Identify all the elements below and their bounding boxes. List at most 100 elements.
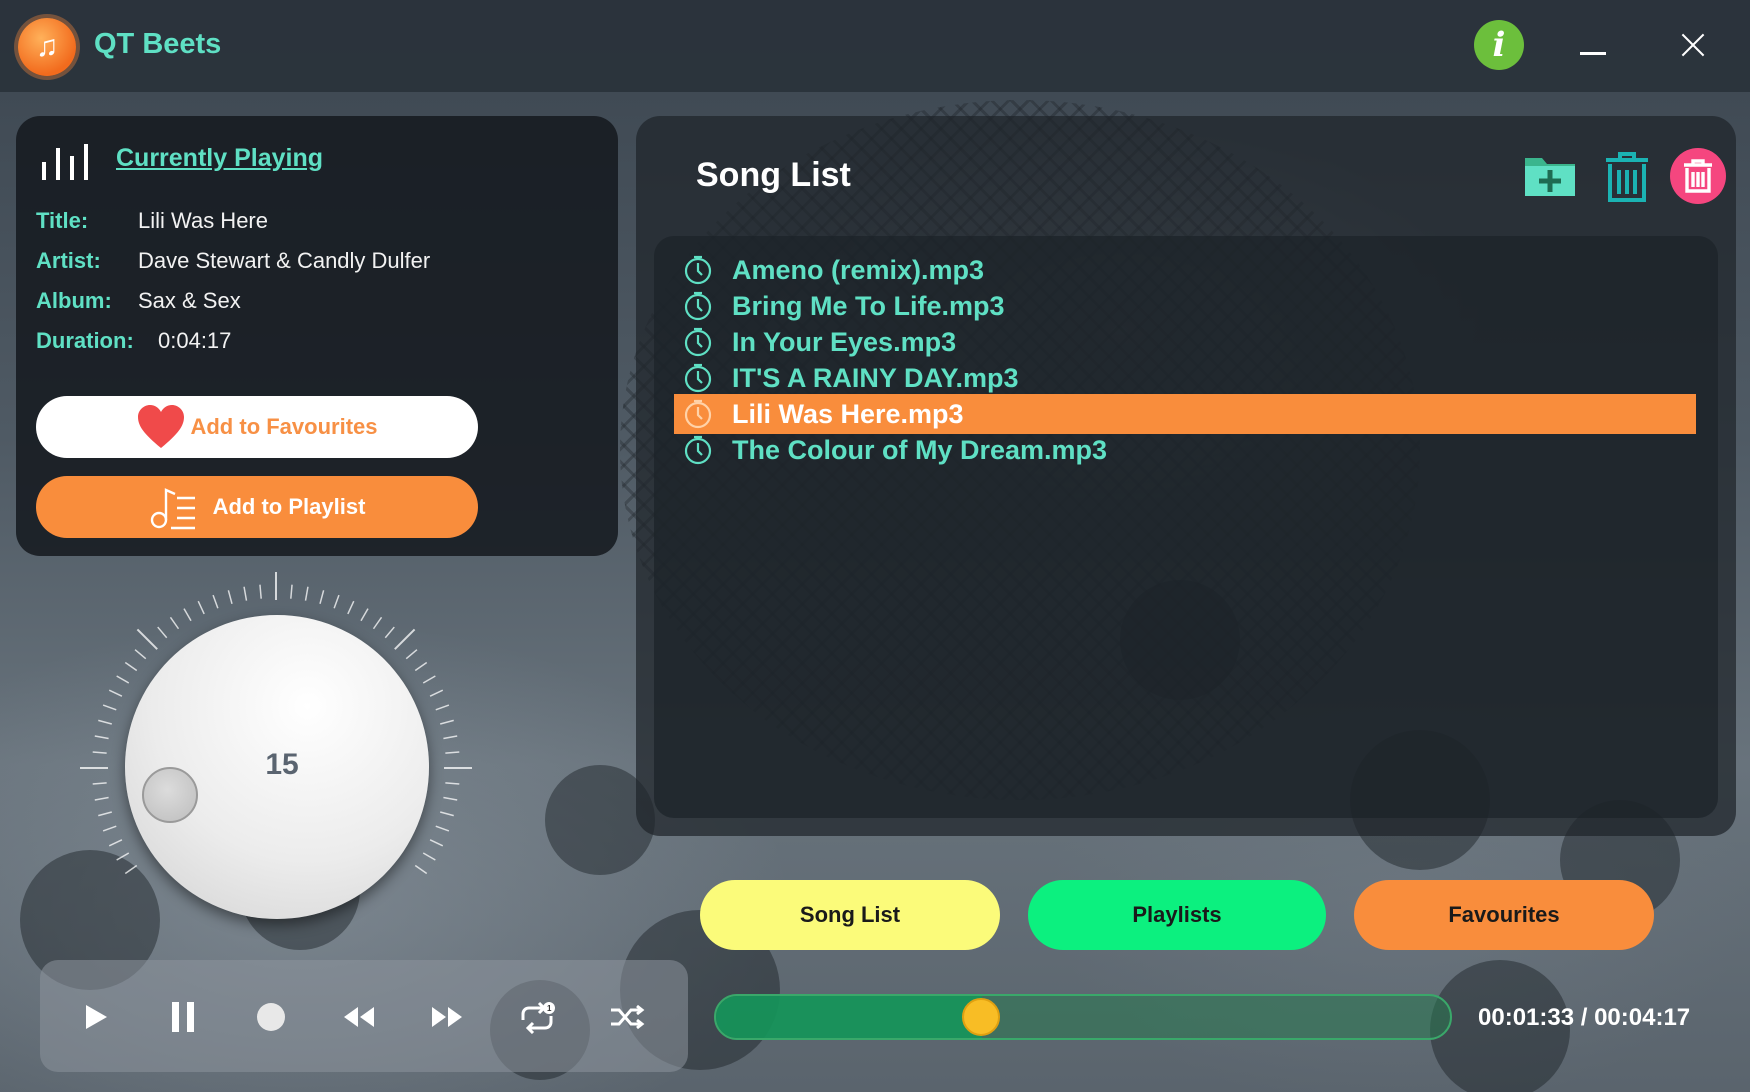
song-file-icon (684, 399, 712, 429)
meta-key: Title: (36, 208, 89, 233)
song-file-icon (684, 327, 712, 357)
song-name: In Your Eyes.mp3 (732, 326, 957, 357)
title-bar: ♫ QT Beets i (0, 0, 1750, 92)
volume-tick (445, 782, 460, 785)
song-name: Ameno (remix).mp3 (732, 254, 985, 285)
volume-tick (333, 594, 340, 609)
close-icon[interactable] (1676, 30, 1710, 64)
song-list-item[interactable]: Ameno (remix).mp3 (674, 250, 1696, 290)
volume-tick (212, 594, 219, 609)
volume-dial[interactable]: 15 (80, 572, 472, 964)
play-icon[interactable] (72, 994, 118, 1040)
svg-text:1: 1 (547, 1004, 552, 1013)
pause-icon[interactable] (160, 994, 206, 1040)
song-name: The Colour of My Dream.mp3 (732, 434, 1108, 465)
equalizer-bars-icon (42, 144, 88, 180)
currently-playing-heading[interactable]: Currently Playing (116, 144, 323, 173)
volume-handle[interactable] (142, 767, 198, 823)
volume-tick (227, 590, 233, 604)
song-list-title: Song List (696, 156, 851, 194)
volume-tick (134, 649, 147, 660)
playlist-add-icon (150, 488, 195, 530)
tab-song-list[interactable]: Song List (700, 880, 1000, 950)
volume-tick (347, 600, 355, 615)
volume-tick (259, 584, 262, 599)
add-folder-icon[interactable] (1522, 150, 1578, 200)
song-list-item[interactable]: In Your Eyes.mp3 (674, 322, 1696, 362)
song-file-icon (684, 363, 712, 393)
song-name: Lili Was Here.mp3 (732, 398, 964, 429)
add-to-playlist-label: Add to Playlist (212, 494, 366, 519)
song-list-item[interactable]: IT'S A RAINY DAY.mp3 (674, 358, 1696, 398)
fast-forward-icon[interactable] (424, 994, 470, 1040)
trash-icon[interactable] (1602, 150, 1652, 204)
meta-key: Artist: (36, 248, 101, 273)
volume-tick (384, 626, 395, 639)
playback-time: 00:01:33 / 00:04:17 (1478, 1004, 1691, 1031)
music-note-icon: ♫ (18, 18, 76, 76)
volume-tick (169, 616, 180, 630)
volume-tick (94, 735, 109, 740)
repeat-one-icon[interactable]: 1 (514, 994, 560, 1040)
volume-tick (422, 675, 436, 684)
meta-duration-row: Duration: 0:04:17 (36, 328, 231, 354)
heart-icon (138, 405, 185, 448)
now-playing-panel: Currently Playing Title: Lili Was Here A… (16, 116, 618, 556)
add-to-favourites-label: Add to Favourites (190, 414, 378, 439)
playback-progress-bar[interactable] (714, 994, 1452, 1040)
volume-tick (136, 628, 158, 650)
volume-tick (98, 719, 112, 725)
volume-value: 15 (265, 748, 299, 781)
song-list-item[interactable]: Lili Was Here.mp3 (674, 394, 1696, 434)
volume-tick (98, 811, 112, 817)
volume-tick (414, 864, 428, 875)
meta-value: 0:04:17 (158, 328, 232, 353)
song-list-item[interactable]: Bring Me To Life.mp3 (674, 286, 1696, 326)
meta-value: Sax & Sex (138, 288, 241, 313)
volume-tick (440, 811, 454, 817)
volume-tick (102, 704, 117, 711)
volume-tick (124, 864, 138, 875)
tab-favourites[interactable]: Favourites (1354, 880, 1654, 950)
meta-artist-row: Artist: Dave Stewart & Candly Dulfer (36, 248, 430, 274)
delete-all-icon[interactable] (1670, 148, 1726, 204)
info-button[interactable]: i (1474, 20, 1524, 70)
volume-tick (360, 608, 369, 622)
volume-tick (429, 689, 444, 697)
minimize-icon[interactable] (1580, 52, 1606, 55)
playback-progress-knob[interactable] (962, 998, 1001, 1036)
song-list-panel: Song List Ameno (remix).mp3 Bring Me To L… (636, 116, 1736, 836)
volume-tick (290, 584, 293, 599)
shuffle-icon[interactable] (604, 994, 650, 1040)
tab-playlists[interactable]: Playlists (1028, 880, 1326, 950)
rewind-icon[interactable] (336, 994, 382, 1040)
volume-tick (319, 590, 325, 604)
add-to-playlist-button[interactable]: Add to Playlist (36, 476, 478, 538)
volume-tick (304, 586, 309, 601)
volume-tick (435, 704, 450, 711)
add-to-favourites-button[interactable]: Add to Favourites (36, 396, 478, 458)
volume-tick (94, 796, 109, 801)
volume-tick (405, 649, 418, 660)
volume-tick (443, 735, 458, 740)
volume-tick (92, 751, 107, 754)
volume-tick (183, 608, 192, 622)
volume-tick (157, 626, 168, 639)
volume-tick (422, 852, 436, 861)
volume-tick (124, 661, 138, 672)
volume-tick (92, 782, 107, 785)
song-list-box[interactable]: Ameno (remix).mp3 Bring Me To Life.mp3 In … (654, 236, 1718, 818)
meta-key: Album: (36, 288, 112, 313)
song-list-item[interactable]: The Colour of My Dream.mp3 (674, 430, 1696, 470)
volume-tick (116, 675, 130, 684)
volume-tick (429, 839, 444, 847)
meta-key: Duration: (36, 328, 134, 353)
stop-icon[interactable] (248, 994, 294, 1040)
volume-tick (440, 719, 454, 725)
song-file-icon (684, 255, 712, 285)
song-file-icon (684, 435, 712, 465)
volume-tick (197, 600, 205, 615)
volume-tick (108, 839, 123, 847)
meta-value: Lili Was Here (138, 208, 268, 233)
meta-title-row: Title: Lili Was Here (36, 208, 268, 234)
